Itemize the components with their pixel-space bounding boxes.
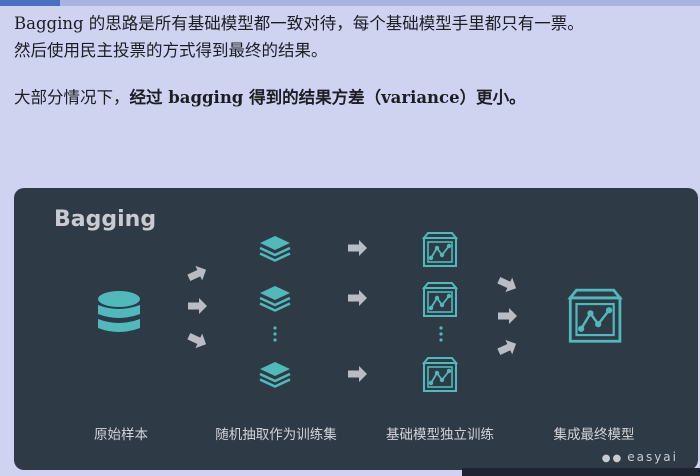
top-bar (0, 0, 700, 6)
paragraph-2-emphasis: 经过 bagging 得到的结果方差（variance）更小。 (129, 88, 526, 107)
database-icon (98, 291, 140, 332)
paragraph-2: 大部分情况下，经过 bagging 得到的结果方差（variance）更小。 (14, 84, 694, 111)
arrow-icon (185, 328, 210, 352)
brand-logo-icon: ●● (601, 453, 624, 464)
brand-logo: ●● easyai (602, 450, 678, 464)
arrow-icon (348, 290, 367, 306)
model-icon (423, 357, 457, 392)
arrow-icon (348, 240, 367, 256)
paragraph-1: Bagging 的思路是所有基础模型都一致对待，每个基础模型手里都只有一票。 然… (14, 10, 694, 64)
arrow-icon (495, 336, 520, 360)
paragraph-1-line-2: 然后使用民主投票的方式得到最终的结果。 (14, 41, 328, 60)
layers-icon (258, 284, 292, 312)
ellipsis-icon (439, 326, 443, 342)
top-tab-indicator (0, 0, 60, 6)
stage-label-original-samples: 原始样本 (94, 427, 148, 443)
arrow-icon (185, 262, 210, 286)
paragraph-2-prefix: 大部分情况下， (14, 88, 130, 107)
layers-icon (258, 360, 292, 388)
stage-label-ensemble-model: 集成最终模型 (553, 427, 635, 443)
bottom-dark-strip (462, 468, 700, 476)
arrow-icon (348, 366, 367, 382)
arrow-icon (495, 272, 520, 296)
bagging-diagram-panel: Bagging 原始样本 随机抽取作为训练集 基础模型独立训练 集成最终模型 ●… (14, 188, 698, 470)
final-model-icon (567, 288, 623, 343)
ellipsis-icon (273, 326, 277, 342)
arrow-icon (498, 308, 517, 324)
model-icon (423, 232, 457, 267)
arrow-icon (188, 298, 207, 314)
stage-label-random-sampling: 随机抽取作为训练集 (215, 427, 337, 443)
layers-icon (258, 234, 292, 262)
stage-label-independent-training: 基础模型独立训练 (386, 427, 494, 443)
model-icon (423, 282, 457, 317)
article-text: Bagging 的思路是所有基础模型都一致对待，每个基础模型手里都只有一票。 然… (14, 10, 694, 111)
brand-name: easyai (627, 450, 678, 464)
paragraph-1-line-1: Bagging 的思路是所有基础模型都一致对待，每个基础模型手里都只有一票。 (14, 14, 584, 33)
